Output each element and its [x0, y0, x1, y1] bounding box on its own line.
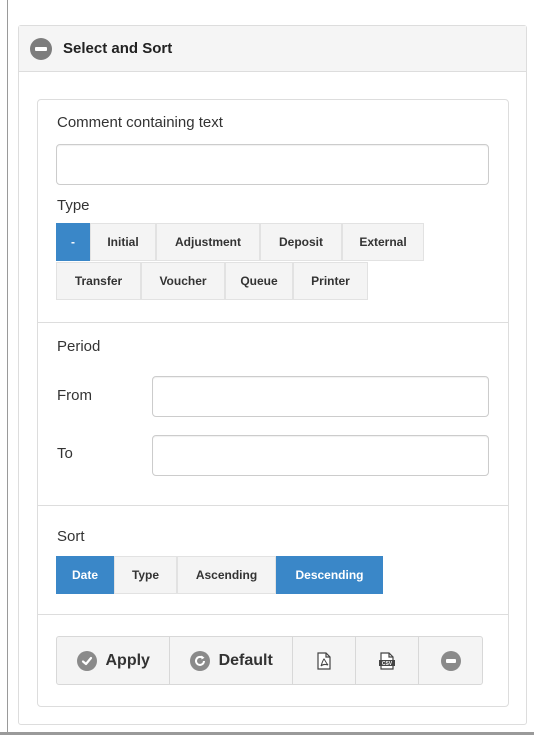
default-button[interactable]: Default: [170, 637, 293, 684]
filter-form: Comment containing text Type - Initial A…: [37, 99, 509, 707]
action-toolbar: Apply Default CSV: [56, 636, 483, 685]
refresh-circle-icon: [189, 650, 210, 671]
section-divider: [38, 505, 508, 506]
sort-descending-button[interactable]: Descending: [276, 556, 383, 594]
remove-button[interactable]: [419, 637, 482, 684]
type-option-transfer[interactable]: Transfer: [56, 262, 141, 300]
to-date-input[interactable]: [152, 435, 489, 476]
apply-button[interactable]: Apply: [57, 637, 171, 684]
comment-search-input[interactable]: [56, 144, 489, 185]
to-label: To: [57, 445, 73, 462]
sort-ascending-button[interactable]: Ascending: [177, 556, 276, 594]
collapse-minus-icon[interactable]: [30, 37, 52, 60]
default-label: Default: [218, 651, 273, 669]
panel-header[interactable]: Select and Sort: [19, 26, 526, 72]
type-option-printer[interactable]: Printer: [293, 262, 368, 300]
pdf-file-icon: [317, 651, 331, 670]
type-option-adjustment[interactable]: Adjustment: [156, 223, 260, 261]
from-date-input[interactable]: [152, 376, 489, 417]
section-divider: [38, 322, 508, 323]
apply-label: Apply: [105, 651, 150, 669]
export-pdf-button[interactable]: [293, 637, 356, 684]
type-option-queue[interactable]: Queue: [225, 262, 293, 300]
from-label: From: [57, 387, 92, 404]
minus-circle-icon: [440, 650, 461, 671]
type-option-initial[interactable]: Initial: [90, 223, 156, 261]
section-divider: [38, 614, 508, 615]
sort-type-button[interactable]: Type: [114, 556, 177, 594]
export-csv-button[interactable]: CSV: [356, 637, 420, 684]
comment-label: Comment containing text: [57, 114, 223, 131]
check-circle-icon: [76, 650, 97, 671]
csv-file-icon: CSV: [378, 651, 395, 670]
type-label: Type: [57, 197, 90, 214]
svg-text:CSV: CSV: [382, 661, 393, 667]
sort-label: Sort: [57, 528, 85, 545]
type-option-dash[interactable]: -: [56, 223, 90, 261]
period-label: Period: [57, 338, 101, 355]
window-left-border: [7, 0, 8, 735]
type-option-voucher[interactable]: Voucher: [141, 262, 225, 300]
type-option-deposit[interactable]: Deposit: [260, 223, 342, 261]
sort-date-button[interactable]: Date: [56, 556, 114, 594]
panel-title: Select and Sort: [63, 40, 173, 57]
type-option-external[interactable]: External: [342, 223, 424, 261]
